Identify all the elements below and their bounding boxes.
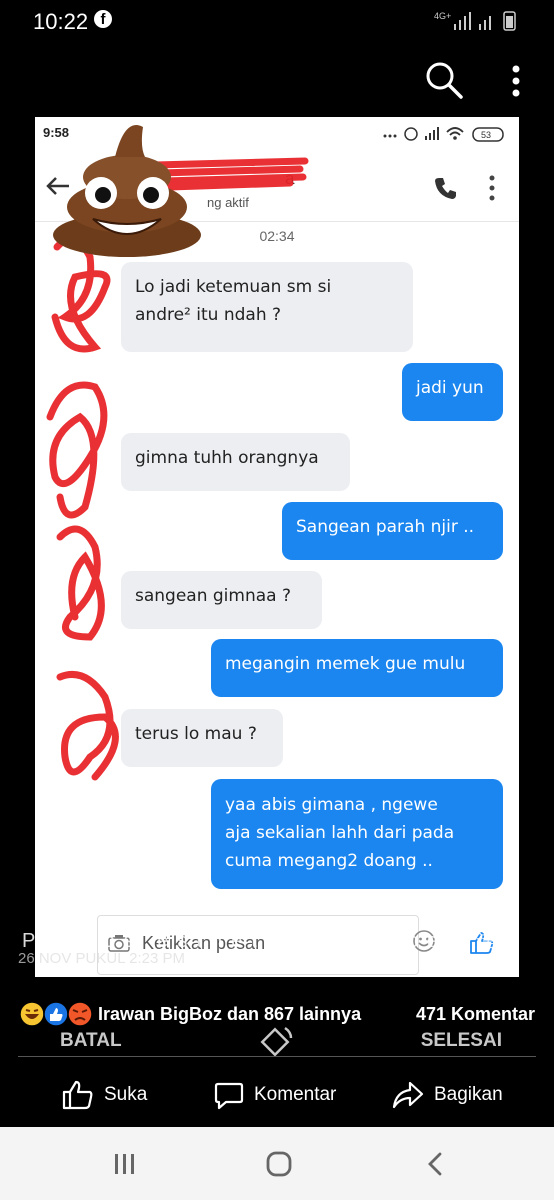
watermark-suffix: 友達 <box>446 930 505 952</box>
message-outgoing: Sangean parah njir .. <box>282 502 503 560</box>
reaction-icons[interactable] <box>18 1000 96 1028</box>
back-icon[interactable] <box>424 1151 446 1177</box>
watermark: Pansos esthetic Science友達 <box>22 924 505 953</box>
contact-status: ng aktif <box>207 195 249 210</box>
recent-apps-icon[interactable] <box>112 1151 138 1177</box>
message-line: sangean gimnaa ? <box>135 586 292 606</box>
inner-status-icons: 53 <box>383 127 504 142</box>
like-label: Suka <box>104 1084 148 1105</box>
done-button[interactable]: SELESAI <box>421 1030 502 1052</box>
signal-icon: 4G+ <box>434 11 516 31</box>
message-line: Sangean parah njir .. <box>296 517 475 537</box>
message-incoming: terus lo mau ? <box>121 709 283 767</box>
cancel-button[interactable]: BATAL <box>60 1030 122 1052</box>
message-line: megangin memek gue mulu <box>225 654 466 674</box>
shared-screenshot: 9:58 53 a ng aktif 02:34 Lo jadi ketemua… <box>35 117 519 977</box>
message-outgoing: megangin memek gue mulu <box>211 639 503 697</box>
message-line: andre² itu ndah ? <box>135 305 282 325</box>
like-button[interactable]: Suka <box>62 1078 147 1112</box>
share-button[interactable]: Bagikan <box>392 1078 503 1112</box>
status-time: 10:22 <box>33 9 89 34</box>
message-line: gimna tuhh orangnya <box>135 448 319 468</box>
contact-name: a <box>285 169 295 188</box>
reactions-summary[interactable]: Irawan BigBoz dan 867 lainnya <box>98 1004 361 1025</box>
message-line: aja sekalian lahh dari pada <box>225 823 455 843</box>
share-icon <box>392 1081 424 1109</box>
message-incoming: gimna tuhh orangnya <box>121 433 350 491</box>
divider <box>18 1056 536 1057</box>
message-line: jadi yun <box>416 378 484 398</box>
comment-button[interactable]: Komentar <box>214 1078 336 1112</box>
comment-icon <box>214 1082 244 1110</box>
phone-icon <box>435 178 456 199</box>
message-line: terus lo mau ? <box>135 724 257 744</box>
chat-menu-icon <box>489 175 495 201</box>
search-icon[interactable] <box>424 60 464 100</box>
rotate-icon[interactable] <box>257 1024 295 1060</box>
message-line: Lo jadi ketemuan sm si <box>135 277 332 297</box>
message-line: yaa abis gimana , ngewe <box>225 795 438 815</box>
comment-count[interactable]: 471 Komentar <box>416 1004 535 1025</box>
message-incoming: sangean gimnaa ? <box>121 571 322 629</box>
system-nav-bar <box>0 1127 554 1200</box>
post-date: 26 NOV PUKUL 2:23 PM <box>18 950 186 967</box>
comment-label: Komentar <box>254 1084 337 1105</box>
battery-level: 53 <box>481 130 491 140</box>
poop-emoji-sticker <box>53 125 201 257</box>
network-type: 4G+ <box>434 11 451 21</box>
message-incoming: Lo jadi ketemuan sm si andre² itu ndah ? <box>121 262 413 352</box>
share-label: Bagikan <box>434 1084 503 1105</box>
more-options-icon[interactable] <box>506 64 526 98</box>
facebook-icon: f <box>94 10 112 28</box>
home-icon[interactable] <box>264 1149 294 1179</box>
message-outgoing: jadi yun <box>402 363 503 421</box>
thumbs-up-icon <box>62 1080 93 1110</box>
message-outgoing: yaa abis gimana , ngewe aja sekalian lah… <box>211 779 503 889</box>
message-line: cuma megang2 doang .. <box>225 851 433 871</box>
watermark-text: Pansos esthetic Science <box>22 930 447 952</box>
